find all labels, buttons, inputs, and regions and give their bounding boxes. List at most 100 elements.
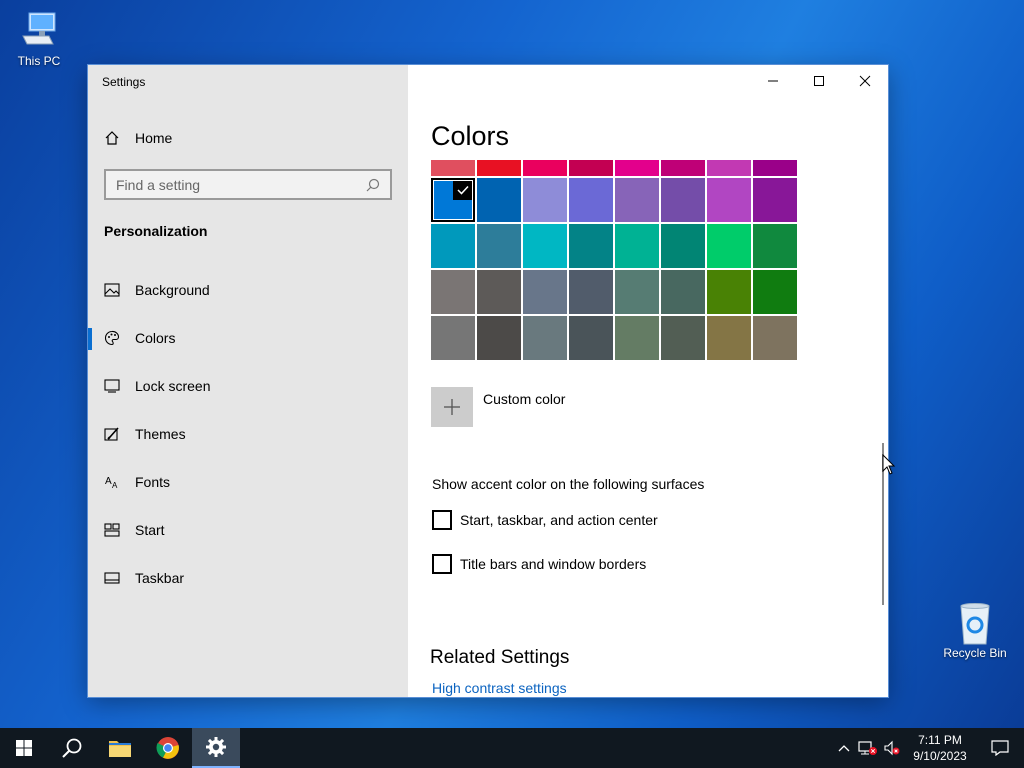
brush-icon	[102, 424, 122, 444]
clock-time: 7:11 PM	[918, 733, 962, 747]
home-icon	[102, 128, 122, 148]
high-contrast-link[interactable]: High contrast settings	[432, 680, 567, 696]
color-swatch[interactable]	[477, 178, 521, 222]
color-swatch[interactable]	[615, 316, 659, 360]
color-swatch[interactable]	[615, 270, 659, 314]
maximize-button[interactable]	[796, 65, 842, 97]
color-swatch[interactable]	[477, 270, 521, 314]
content-pane: Colors Custom color Show accent color on…	[408, 65, 888, 697]
recycle-bin-icon	[955, 602, 995, 645]
close-button[interactable]	[842, 65, 888, 97]
search-icon[interactable]	[366, 178, 380, 192]
color-palette	[431, 160, 799, 362]
color-swatch[interactable]	[523, 224, 567, 268]
search-input[interactable]: Find a setting	[104, 169, 392, 200]
color-swatch[interactable]	[615, 224, 659, 268]
color-swatch[interactable]	[569, 316, 613, 360]
color-swatch[interactable]	[707, 178, 751, 222]
search-placeholder: Find a setting	[116, 176, 201, 193]
color-swatch[interactable]	[569, 160, 613, 176]
desktop-icon-label: Recycle Bin	[943, 646, 1007, 660]
color-swatch[interactable]	[569, 224, 613, 268]
sidebar-item-start[interactable]: Start	[88, 510, 408, 550]
color-swatch[interactable]	[431, 224, 475, 268]
color-swatch[interactable]	[753, 224, 797, 268]
chrome-button[interactable]	[144, 728, 192, 768]
color-swatch[interactable]	[523, 316, 567, 360]
action-center-button[interactable]	[976, 728, 1024, 768]
sidebar-item-label: Fonts	[135, 474, 171, 490]
color-swatch[interactable]	[615, 160, 659, 176]
sidebar-item-label: Colors	[135, 330, 176, 346]
custom-color-button[interactable]: Custom color	[431, 387, 565, 427]
notification-icon	[991, 740, 1009, 756]
color-swatch[interactable]	[523, 160, 567, 176]
sidebar-item-fonts[interactable]: AA Fonts	[88, 462, 408, 502]
color-swatch[interactable]	[477, 224, 521, 268]
start-button[interactable]	[0, 728, 48, 768]
network-button[interactable]	[856, 728, 880, 768]
sidebar-item-taskbar[interactable]: Taskbar	[88, 558, 408, 598]
svg-text:A: A	[112, 481, 118, 490]
desktop-icon-this-pc[interactable]: This PC	[1, 10, 77, 68]
color-swatch[interactable]	[753, 160, 797, 176]
color-swatch[interactable]	[661, 160, 705, 176]
color-swatch[interactable]	[707, 316, 751, 360]
sidebar-item-label: Taskbar	[135, 570, 185, 586]
color-swatch[interactable]	[661, 316, 705, 360]
start-icon	[102, 520, 122, 540]
sidebar-item-label: Lock screen	[135, 378, 211, 394]
minimize-button[interactable]	[750, 65, 796, 97]
color-swatch[interactable]	[431, 316, 475, 360]
color-swatch[interactable]	[661, 224, 705, 268]
settings-taskbar-button[interactable]	[192, 728, 240, 768]
color-swatch[interactable]	[431, 160, 475, 176]
color-swatch[interactable]	[707, 160, 751, 176]
volume-button[interactable]	[880, 728, 904, 768]
color-swatch[interactable]	[615, 178, 659, 222]
color-swatch[interactable]	[431, 270, 475, 314]
sidebar: Settings Home Find a setting Personaliza…	[88, 65, 408, 697]
file-explorer-button[interactable]	[96, 728, 144, 768]
color-swatch[interactable]	[661, 270, 705, 314]
caption-buttons	[750, 65, 888, 97]
sidebar-item-colors[interactable]: Colors	[88, 318, 408, 358]
picture-icon	[102, 280, 122, 300]
color-swatch[interactable]	[431, 178, 475, 222]
color-swatch[interactable]	[707, 270, 751, 314]
color-swatch[interactable]	[523, 178, 567, 222]
checkbox[interactable]	[432, 554, 452, 574]
color-swatch[interactable]	[569, 178, 613, 222]
color-swatch[interactable]	[661, 178, 705, 222]
taskbar-icon	[102, 568, 122, 588]
desktop-icon-recycle-bin[interactable]: Recycle Bin	[937, 602, 1013, 660]
show-hidden-icons-button[interactable]	[832, 728, 856, 768]
checkbox[interactable]	[432, 510, 452, 530]
palette-row	[431, 224, 799, 268]
color-swatch[interactable]	[753, 316, 797, 360]
palette-row	[431, 178, 799, 222]
mouse-cursor-icon	[882, 453, 896, 481]
computer-icon	[19, 10, 59, 50]
color-swatch[interactable]	[477, 316, 521, 360]
sidebar-item-themes[interactable]: Themes	[88, 414, 408, 454]
color-swatch[interactable]	[477, 160, 521, 176]
color-swatch[interactable]	[569, 270, 613, 314]
color-swatch[interactable]	[753, 270, 797, 314]
maximize-icon	[814, 76, 824, 86]
color-swatch[interactable]	[523, 270, 567, 314]
windows-logo-icon	[16, 740, 32, 756]
color-swatch[interactable]	[707, 224, 751, 268]
color-swatch[interactable]	[753, 178, 797, 222]
sidebar-item-background[interactable]: Background	[88, 270, 408, 310]
checkbox-start-taskbar[interactable]: Start, taskbar, and action center	[432, 510, 658, 530]
minimize-icon	[768, 80, 778, 82]
palette-row	[431, 270, 799, 314]
font-icon: AA	[102, 472, 122, 492]
checkbox-label: Title bars and window borders	[460, 556, 647, 572]
checkbox-title-bars[interactable]: Title bars and window borders	[432, 554, 646, 574]
search-button[interactable]	[48, 728, 96, 768]
sidebar-item-lock-screen[interactable]: Lock screen	[88, 366, 408, 406]
home-nav-button[interactable]: Home	[102, 127, 392, 149]
clock[interactable]: 7:11 PM 9/10/2023	[904, 732, 976, 764]
